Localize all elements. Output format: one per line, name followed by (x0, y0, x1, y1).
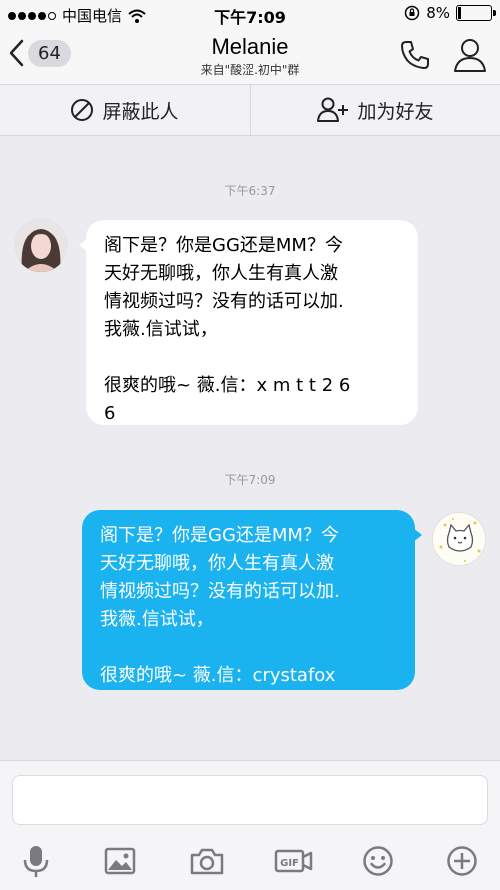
outgoing-message-bubble[interactable]: 阁下是？你是GG还是MM？今 天好无聊哦，你人生有真人激 情视频过吗？没有的话可… (82, 510, 422, 690)
block-user-label: 屏蔽此人 (102, 100, 179, 123)
image-button[interactable] (100, 841, 140, 881)
voice-button[interactable] (16, 841, 56, 881)
emoji-button[interactable] (358, 841, 398, 881)
message-timestamp: 下午6:37 (224, 184, 276, 198)
person-icon (454, 39, 486, 72)
gif-button[interactable]: GIF (272, 841, 316, 881)
status-right: 8% (404, 4, 496, 22)
svg-text:GIF: GIF (280, 858, 299, 869)
nav-bar: 64 Melanie 来自"酸涩.初中"群 (0, 28, 500, 84)
message-timestamp: 下午7:09 (224, 473, 276, 487)
battery-icon (456, 5, 496, 21)
phone-icon (401, 41, 429, 69)
image-icon (104, 847, 136, 875)
battery-percent: 8% (426, 4, 450, 22)
add-person-icon (317, 97, 349, 122)
add-friend-label: 加为好友 (357, 100, 434, 123)
camera-icon (190, 848, 224, 875)
orientation-lock-icon (404, 5, 420, 21)
incoming-message-bubble[interactable]: 阁下是？你是GG还是MM？今 天好无聊哦，你人生有真人激 情视频过吗？没有的话可… (79, 220, 418, 425)
call-button[interactable] (398, 38, 432, 76)
camera-button[interactable] (187, 841, 227, 881)
message-input[interactable] (12, 775, 488, 825)
plus-icon (447, 846, 477, 876)
status-bar: 中国电信 下午7:09 8% (0, 0, 500, 28)
composer: GIF (0, 760, 500, 890)
emoji-icon (363, 846, 393, 876)
my-avatar[interactable] (432, 512, 486, 566)
block-user-button[interactable]: 屏蔽此人 (0, 85, 249, 135)
profile-button[interactable] (452, 36, 488, 78)
more-button[interactable] (442, 841, 482, 881)
block-icon (71, 99, 94, 121)
gif-icon: GIF (274, 849, 313, 873)
add-friend-button[interactable]: 加为好友 (251, 85, 500, 135)
stranger-action-bar: 屏蔽此人 加为好友 (0, 84, 500, 136)
mic-icon (23, 846, 49, 877)
contact-avatar[interactable] (14, 218, 68, 272)
